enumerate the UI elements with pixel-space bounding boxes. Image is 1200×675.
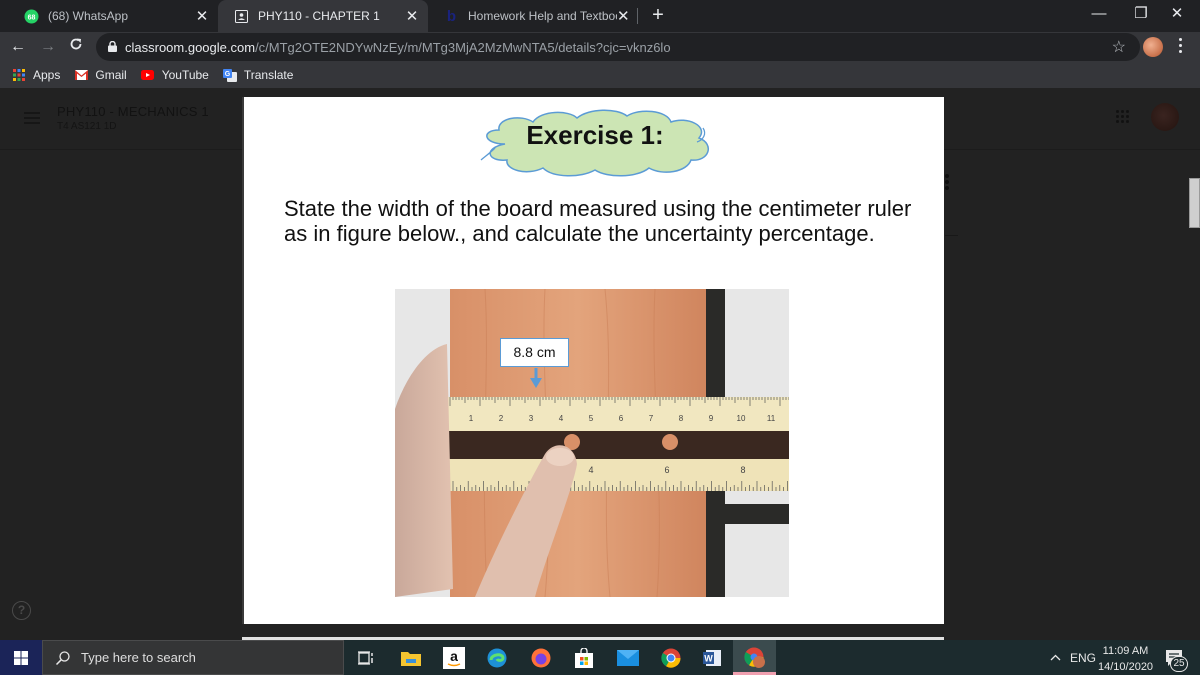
account-avatar[interactable] bbox=[1151, 103, 1179, 131]
hamburger-menu-icon[interactable] bbox=[24, 112, 40, 124]
clock-date: 14/10/2020 bbox=[1098, 661, 1154, 673]
clock[interactable]: 11:09 AM 14/10/2020 bbox=[1098, 643, 1153, 675]
svg-text:G: G bbox=[225, 71, 231, 78]
taskbar-search-input[interactable]: Type here to search bbox=[42, 640, 344, 675]
translate-icon: G bbox=[222, 68, 237, 82]
tab-phy110-chapter-1[interactable]: PHY110 - CHAPTER 1 ✕ bbox=[218, 0, 428, 32]
close-tab-icon[interactable]: ✕ bbox=[404, 7, 420, 25]
close-tab-icon[interactable]: ✕ bbox=[194, 7, 210, 25]
bookmark-label: Translate bbox=[243, 68, 294, 82]
bookmark-label: Gmail bbox=[95, 68, 127, 82]
windows-taskbar: Type here to search a W bbox=[0, 640, 1200, 675]
url-text[interactable]: classroom.google.com/c/MTg2OTE2NDYwNzEy/… bbox=[125, 40, 671, 55]
reload-icon bbox=[70, 38, 82, 50]
file-explorer-icon[interactable] bbox=[397, 644, 425, 672]
bookmark-youtube[interactable]: YouTube bbox=[141, 68, 209, 82]
task-view-icon[interactable] bbox=[352, 644, 380, 672]
edge-icon[interactable] bbox=[483, 644, 511, 672]
notification-count-badge: 25 bbox=[1170, 656, 1188, 672]
ruler-number: 9 bbox=[709, 414, 714, 423]
browser-menu-icon[interactable] bbox=[1177, 38, 1183, 56]
reload-button[interactable] bbox=[64, 35, 88, 59]
minimize-button[interactable]: — bbox=[1076, 0, 1122, 30]
ruler-number: 6 bbox=[619, 414, 624, 423]
apps-grid-icon bbox=[12, 69, 26, 81]
close-tab-icon[interactable]: ✕ bbox=[617, 7, 630, 25]
tab-title: Homework Help and Textbook So bbox=[468, 9, 617, 23]
ruler-number: 8 bbox=[679, 414, 684, 423]
tab-title: (68) WhatsApp bbox=[48, 9, 129, 23]
youtube-icon bbox=[141, 69, 155, 81]
google-apps-icon[interactable] bbox=[1116, 110, 1130, 124]
bookmark-apps[interactable]: Apps bbox=[12, 68, 60, 82]
browser-toolbar: ← → classroom.google.com/c/MTg2OTE2NDYwN… bbox=[0, 32, 1200, 62]
bookmarks-bar: Apps Gmail YouTube G Translate bbox=[0, 62, 1200, 88]
ruler-number: 6 bbox=[664, 465, 669, 475]
firefox-icon[interactable] bbox=[527, 644, 555, 672]
svg-text:a: a bbox=[450, 648, 458, 664]
url-host: classroom.google.com bbox=[125, 40, 256, 55]
ruler-number: 8 bbox=[740, 465, 745, 475]
forward-button[interactable]: → bbox=[36, 35, 60, 59]
clock-time: 11:09 AM bbox=[1102, 645, 1149, 657]
store-icon[interactable] bbox=[570, 644, 598, 672]
ruler-number: 3 bbox=[529, 414, 534, 423]
exercise-heading: Exercise 1: bbox=[526, 120, 664, 150]
new-tab-button[interactable]: + bbox=[646, 4, 670, 28]
bookmark-label: Apps bbox=[33, 68, 61, 82]
ruler-number: 2 bbox=[499, 414, 504, 423]
ruler-number: 4 bbox=[588, 465, 593, 475]
profile-avatar[interactable] bbox=[1143, 37, 1163, 57]
language-indicator[interactable]: ENG bbox=[1070, 651, 1096, 665]
tab-separator bbox=[637, 8, 638, 24]
ruler-number: 11 bbox=[767, 414, 776, 423]
ruler-number: 1 bbox=[469, 414, 474, 423]
help-icon[interactable]: ? bbox=[12, 601, 31, 620]
ruler-number: 5 bbox=[589, 414, 594, 423]
back-button[interactable]: ← bbox=[6, 35, 30, 59]
windows-logo-icon bbox=[14, 650, 28, 665]
bookmark-label: YouTube bbox=[161, 68, 209, 82]
whatsapp-icon: 68 bbox=[24, 9, 39, 24]
show-hidden-icons-button[interactable] bbox=[1050, 650, 1061, 664]
measurement-label: 8.8 cm bbox=[500, 338, 569, 367]
classroom-icon bbox=[234, 9, 249, 24]
start-button[interactable] bbox=[0, 640, 42, 675]
url-path: /c/MTg2OTE2NDYwNzEy/m/MTg3MjA2MzMwNTA5/d… bbox=[255, 40, 671, 55]
svg-text:W: W bbox=[704, 654, 713, 664]
tab-title: PHY110 - CHAPTER 1 bbox=[258, 9, 380, 23]
more-options-icon[interactable] bbox=[945, 174, 950, 192]
close-window-button[interactable]: ✕ bbox=[1154, 0, 1200, 30]
mail-icon[interactable] bbox=[614, 644, 642, 672]
search-icon bbox=[55, 650, 70, 665]
chrome-profile-icon[interactable] bbox=[741, 644, 769, 672]
ruler-photo: 1 2 3 4 5 6 7 8 9 10 11 4 6 8 bbox=[395, 289, 789, 597]
chrome-icon[interactable] bbox=[657, 644, 685, 672]
search-placeholder: Type here to search bbox=[81, 650, 196, 665]
ruler-number: 7 bbox=[649, 414, 654, 423]
gmail-icon bbox=[74, 69, 88, 81]
class-title[interactable]: PHY110 - MECHANICS 1 bbox=[57, 104, 209, 119]
down-arrow-icon bbox=[530, 368, 542, 388]
address-bar[interactable]: classroom.google.com/c/MTg2OTE2NDYwNzEy/… bbox=[96, 33, 1140, 61]
lock-icon bbox=[108, 41, 117, 52]
svg-text:68: 68 bbox=[28, 14, 36, 21]
tab-homework-help[interactable]: b Homework Help and Textbook So ✕ bbox=[428, 0, 638, 32]
ruler-number: 10 bbox=[737, 414, 746, 423]
bookmark-gmail[interactable]: Gmail bbox=[74, 68, 127, 82]
scrollbar-thumb[interactable] bbox=[1189, 178, 1200, 228]
bartleby-icon: b bbox=[446, 7, 457, 25]
divider bbox=[945, 235, 958, 236]
amazon-icon[interactable]: a bbox=[440, 644, 468, 672]
tab-strip: 68 (68) WhatsApp ✕ PHY110 - CHAPTER 1 ✕ … bbox=[0, 0, 1200, 32]
bookmark-translate[interactable]: G Translate bbox=[222, 68, 294, 82]
bookmark-star-icon[interactable]: ☆ bbox=[1112, 37, 1126, 57]
word-icon[interactable]: W bbox=[698, 644, 726, 672]
ruler-number: 4 bbox=[559, 414, 564, 423]
class-subtitle: T4 AS121 1D bbox=[57, 121, 117, 132]
question-text: State the width of the board measured us… bbox=[284, 196, 912, 246]
tab-whatsapp[interactable]: 68 (68) WhatsApp ✕ bbox=[8, 0, 218, 32]
